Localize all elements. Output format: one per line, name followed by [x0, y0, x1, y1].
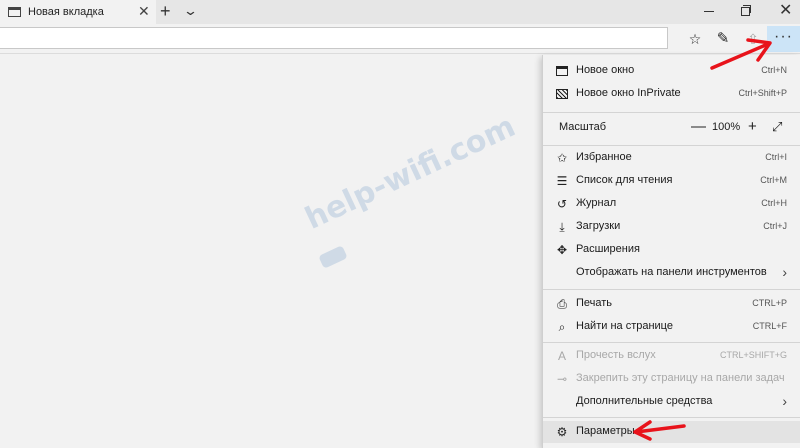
- inprivate-icon: [556, 89, 568, 99]
- minimize-icon[interactable]: [704, 11, 714, 12]
- menu-divider: [543, 145, 800, 146]
- chevron-right-icon: ›: [782, 264, 787, 280]
- window-close-icon[interactable]: ✕: [779, 2, 792, 20]
- menu-item-label: Прочесть вслух: [576, 349, 656, 361]
- menu-item-shortcut: CTRL+F: [752, 321, 787, 331]
- menu-item-label: Список для чтения: [576, 174, 673, 186]
- zoom-value: 100%: [712, 121, 741, 133]
- menu-divider: [543, 342, 800, 343]
- menu-item-label: Найти на странице: [576, 320, 673, 332]
- printer-icon: ⎙: [557, 297, 567, 311]
- menu-item-label: Загрузки: [576, 220, 621, 232]
- menu-item-extensions[interactable]: ✥ Расширения: [543, 239, 800, 261]
- reading-list-icon: ☰: [556, 174, 568, 188]
- favorites-list-icon: ✩: [556, 151, 568, 165]
- menu-item-label: Масштаб: [559, 121, 607, 133]
- zoom-in-button[interactable]: +: [748, 118, 757, 135]
- menu-item-label: Избранное: [576, 151, 632, 163]
- menu-item-label: Дополнительные средства: [576, 395, 713, 407]
- menu-item-label: Печать: [576, 297, 613, 309]
- menu-item-shortcut: CTRL+SHIFT+G: [719, 350, 787, 360]
- annotation-arrow-settings: [633, 420, 686, 441]
- menu-divider: [543, 289, 800, 290]
- menu-item-label: Расширения: [576, 243, 640, 255]
- menu-item-shortcut: Ctrl+J: [763, 221, 787, 231]
- tab-page-icon: [8, 7, 21, 17]
- menu-item-label: Отображать на панели инструментов: [576, 266, 767, 278]
- read-aloud-icon: A: [557, 349, 566, 363]
- close-icon[interactable]: ✕: [138, 4, 150, 18]
- menu-item-history[interactable]: ↺ Журнал Ctrl+H: [543, 193, 800, 215]
- search-icon: ⌕: [558, 320, 566, 334]
- new-tab-plus-icon[interactable]: +: [160, 2, 171, 20]
- gear-icon: ⚙: [556, 425, 568, 439]
- title-bar: Новая вкладка ✕ + ⌄ ✕: [0, 0, 800, 24]
- zoom-out-button[interactable]: —: [691, 118, 706, 135]
- tab-title: Новая вкладка: [28, 6, 104, 18]
- window-icon: [556, 66, 568, 76]
- watermark-router-icon: [318, 245, 348, 269]
- download-icon: ⤓: [559, 220, 565, 234]
- menu-item-downloads[interactable]: ⤓ Загрузки Ctrl+J: [543, 216, 800, 238]
- menu-item-zoom: Масштаб — 100% + ⤢: [543, 117, 800, 139]
- menu-item-new-private[interactable]: Новое окно InPrivate Ctrl+Shift+P: [543, 83, 800, 105]
- menu-item-print[interactable]: ⎙ Печать CTRL+P: [543, 293, 800, 315]
- menu-item-label: Новое окно: [576, 64, 635, 76]
- tab-new-tab[interactable]: Новая вкладка ✕: [0, 0, 156, 24]
- menu-item-favorites[interactable]: ✩ Избранное Ctrl+I: [543, 147, 800, 169]
- menu-item-label: Новое окно InPrivate: [576, 87, 681, 99]
- settings-menu: Новое окно Ctrl+N Новое окно InPrivate C…: [542, 55, 800, 448]
- menu-item-show-toolbar[interactable]: Отображать на панели инструментов ›: [543, 262, 800, 284]
- menu-item-pin-taskbar[interactable]: ⊸ Закрепить эту страницу на панели задач: [543, 368, 800, 390]
- menu-item-reading-list[interactable]: ☰ Список для чтения Ctrl+M: [543, 170, 800, 192]
- address-toolbar: ☆ ✎ ⇪ ···: [0, 24, 800, 54]
- menu-item-label: Закрепить эту страницу на панели задач: [576, 372, 785, 384]
- restore-icon[interactable]: [741, 5, 751, 16]
- menu-item-label: Журнал: [576, 197, 617, 209]
- pin-icon: ⊸: [556, 372, 568, 386]
- menu-divider: [543, 112, 800, 113]
- puzzle-icon: ✥: [556, 243, 568, 257]
- menu-item-shortcut: Ctrl+Shift+P: [738, 88, 787, 98]
- menu-item-shortcut: Ctrl+I: [765, 152, 787, 162]
- menu-item-read-aloud[interactable]: A Прочесть вслух CTRL+SHIFT+G: [543, 345, 800, 367]
- address-bar[interactable]: [0, 27, 668, 49]
- fullscreen-icon[interactable]: ⤢: [772, 119, 782, 135]
- watermark-text: help-wifi.com: [300, 108, 521, 237]
- annotation-arrow-top: [710, 38, 772, 70]
- menu-item-shortcut: CTRL+P: [752, 298, 787, 308]
- menu-item-find[interactable]: ⌕ Найти на странице CTRL+F: [543, 316, 800, 338]
- history-icon: ↺: [556, 197, 568, 211]
- chevron-right-icon: ›: [782, 393, 787, 409]
- menu-item-shortcut: Ctrl+M: [760, 175, 787, 185]
- chevron-down-icon[interactable]: ⌄: [183, 4, 198, 17]
- menu-item-more-tools[interactable]: Дополнительные средства ›: [543, 391, 800, 413]
- menu-item-shortcut: Ctrl+H: [761, 198, 787, 208]
- menu-item-label: Параметры: [576, 425, 635, 437]
